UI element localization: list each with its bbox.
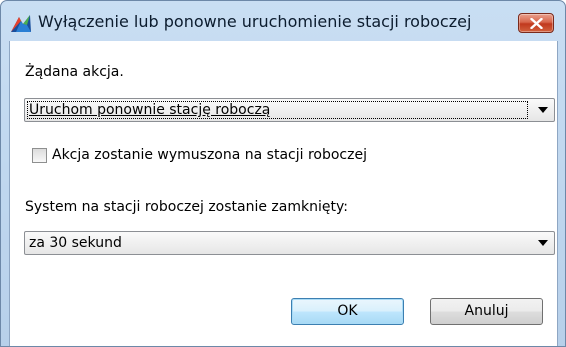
- force-action-label[interactable]: Akcja zostanie wymuszona na stacji roboc…: [52, 147, 367, 163]
- force-action-checkbox[interactable]: [32, 148, 47, 163]
- action-select[interactable]: Uruchom ponownie stację roboczą: [24, 98, 555, 122]
- dialog-content: Żądana akcja. Uruchom ponownie stację ro…: [9, 41, 558, 346]
- cancel-button[interactable]: Anuluj: [430, 298, 543, 325]
- avg-logo-icon: [10, 12, 32, 34]
- chevron-down-icon[interactable]: [538, 240, 548, 246]
- close-icon: [530, 18, 543, 29]
- close-button[interactable]: [518, 13, 554, 33]
- ok-button[interactable]: OK: [291, 298, 404, 325]
- delay-label: System na stacji roboczej zostanie zamkn…: [25, 199, 348, 215]
- delay-select[interactable]: za 30 sekund: [24, 231, 555, 255]
- delay-select-value: za 30 sekund: [29, 235, 122, 251]
- focus-indicator: [27, 101, 528, 119]
- chevron-down-icon[interactable]: [538, 107, 548, 113]
- action-label: Żądana akcja.: [25, 64, 124, 80]
- window-title: Wyłączenie lub ponowne uruchomienie stac…: [38, 12, 472, 31]
- title-bar[interactable]: Wyłączenie lub ponowne uruchomienie stac…: [1, 1, 565, 41]
- dialog-window: Wyłączenie lub ponowne uruchomienie stac…: [0, 0, 566, 347]
